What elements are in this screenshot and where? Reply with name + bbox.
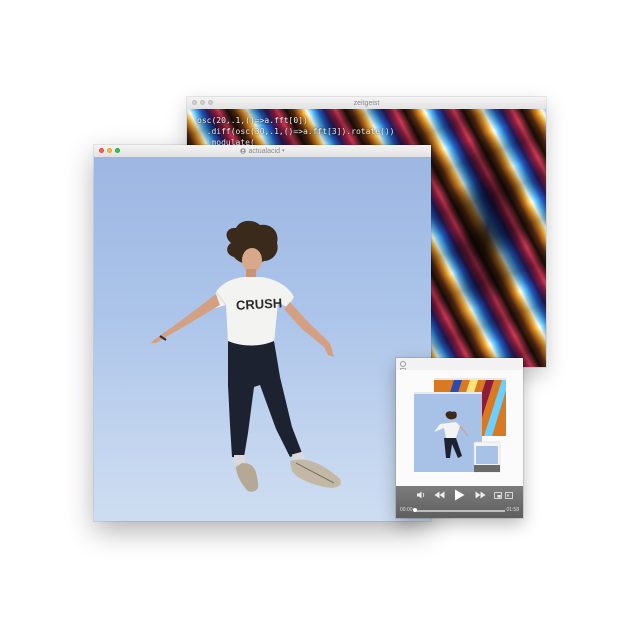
rewind-icon[interactable] (432, 489, 446, 503)
picture-in-picture-icon[interactable] (493, 489, 503, 503)
fast-forward-icon[interactable] (473, 489, 487, 503)
thumbnail-preview (414, 378, 506, 473)
close-button[interactable] (99, 148, 104, 153)
zoom-button[interactable] (115, 148, 120, 153)
mini-player-window[interactable]: 00:00 01:58 (396, 358, 523, 518)
elapsed-time: 00:00 (400, 507, 413, 513)
fullscreen-icon[interactable] (504, 489, 514, 503)
svg-text:CRUSH: CRUSH (236, 295, 283, 312)
zoom-button[interactable] (208, 100, 213, 105)
window-title: zeitgeist (353, 99, 380, 107)
seek-bar[interactable] (414, 510, 505, 512)
code-line: osc(20,.1,()=>a.fft[0]) (197, 116, 308, 125)
play-icon[interactable] (452, 489, 466, 505)
control-buttons (396, 489, 523, 503)
photo-jumping-person: CRUSH (151, 220, 341, 492)
close-button[interactable] (192, 100, 197, 105)
minimize-button[interactable] (107, 148, 112, 153)
actualacid-window[interactable]: actualacid ▾ CRUSH (94, 145, 431, 521)
window-controls (99, 148, 120, 153)
seek-row: 00:00 01:58 (396, 506, 523, 515)
photo-view[interactable]: CRUSH (94, 157, 431, 521)
chevron-down-icon[interactable]: ▾ (282, 148, 285, 154)
player-titlebar[interactable] (396, 358, 523, 372)
close-icon[interactable] (400, 361, 406, 367)
playback-controls: 00:00 01:58 (396, 486, 523, 518)
person-icon (240, 148, 247, 154)
window-title: actualacid (248, 147, 280, 155)
title-group: actualacid ▾ (240, 147, 285, 155)
code-line: .diff(osc(30,.1,()=>a.fft[3]).rotate()) (197, 127, 395, 136)
window-controls (192, 100, 213, 105)
live-code-editor[interactable]: osc(20,.1,()=>a.fft[0]) .diff(osc(30,.1,… (197, 115, 394, 148)
seek-knob[interactable] (413, 508, 417, 512)
total-time: 01:58 (506, 507, 519, 513)
player-thumbnail (396, 370, 523, 490)
minimize-button[interactable] (200, 100, 205, 105)
speaker-icon[interactable] (415, 489, 427, 503)
